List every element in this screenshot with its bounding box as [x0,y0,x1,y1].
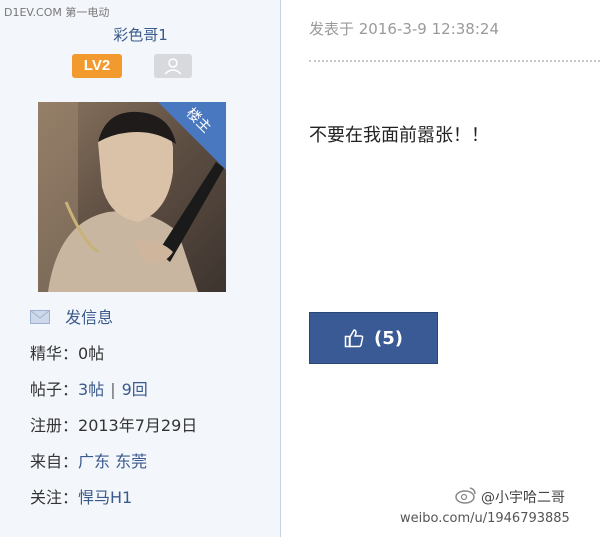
follows-row: 关注：悍马H1 [30,486,132,510]
post-timestamp: 发表于 2016-3-9 12:38:24 [309,20,499,38]
location-row: 来自：广东 东莞 [30,450,147,474]
weibo-handle: @小宇哈二哥 [481,490,565,506]
user-silhouette-icon [154,54,192,78]
weibo-watermark: @小宇哈二哥 [455,486,565,508]
essence-value: 0帖 [78,344,105,363]
posts-label: 帖子： [30,380,79,399]
site-watermark: D1EV.COM 第一电动 [4,6,110,19]
registered-value: 2013年7月29日 [78,416,198,435]
avatar[interactable]: 楼主 [38,102,226,292]
forum-post: D1EV.COM 第一电动 彩色哥1 LV2 楼主 发信息 精华：0帖 帖子：3… [0,0,600,537]
follows-value[interactable]: 悍马H1 [78,488,132,507]
thumbs-up-icon [344,328,364,348]
location-label: 来自： [30,452,79,471]
replies-count-link[interactable]: 9回 [122,380,148,399]
post-body: 不要在我面前嚣张！！ [309,125,489,146]
registered-label: 注册： [30,416,79,435]
threads-count-link[interactable]: 3帖 [78,380,104,399]
level-badge: LV2 [72,54,122,78]
registered-row: 注册：2013年7月29日 [30,414,197,438]
essence-label: 精华： [30,344,79,363]
author-username[interactable]: 彩色哥1 [0,24,281,45]
essence-row: 精华：0帖 [30,342,104,366]
location-value[interactable]: 广东 东莞 [78,452,147,471]
weibo-url: weibo.com/u/1946793885 [400,511,570,526]
weibo-logo-icon [455,486,477,508]
send-message-row[interactable]: 发信息 [30,306,113,330]
posts-separator: | [110,380,116,399]
author-sidebar: D1EV.COM 第一电动 彩色哥1 LV2 楼主 发信息 精华：0帖 帖子：3… [0,0,281,537]
divider [309,60,600,62]
send-message-link[interactable]: 发信息 [65,308,113,327]
posts-row: 帖子：3帖 | 9回 [30,378,148,402]
follows-label: 关注： [30,488,79,507]
like-button[interactable]: (5) [309,312,438,364]
like-count: (5) [374,327,403,349]
envelope-icon [30,307,50,331]
